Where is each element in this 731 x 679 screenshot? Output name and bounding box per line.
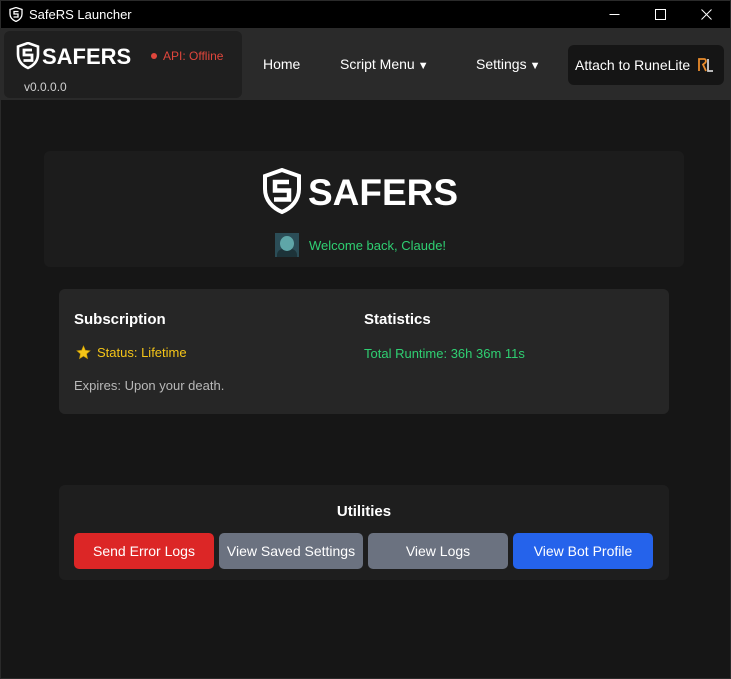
close-icon bbox=[700, 9, 712, 20]
status-dot-icon bbox=[151, 53, 157, 59]
attach-runelite-button[interactable]: Attach to RuneLite bbox=[568, 45, 724, 85]
caret-down-icon: ▼ bbox=[529, 60, 541, 72]
api-status-text: API: Offline bbox=[163, 49, 224, 63]
attach-label: Attach to RuneLite bbox=[575, 57, 691, 73]
minimize-button[interactable] bbox=[591, 1, 637, 28]
welcome-row: Welcome back, Claude! bbox=[275, 233, 446, 257]
nav-home[interactable]: Home bbox=[263, 56, 300, 72]
statistics-title: Statistics bbox=[364, 311, 431, 328]
api-status: API: Offline bbox=[151, 49, 223, 63]
subscription-title: Subscription bbox=[74, 311, 166, 328]
minimize-icon bbox=[609, 14, 619, 15]
nav-script-menu-label: Script Menu bbox=[340, 56, 415, 72]
view-bot-profile-button[interactable]: View Bot Profile bbox=[513, 533, 653, 569]
runelite-icon bbox=[698, 58, 714, 72]
version-label: v0.0.0.0 bbox=[24, 80, 67, 94]
header-logo-text: SAFERS bbox=[308, 172, 458, 213]
view-logs-button[interactable]: View Logs bbox=[368, 533, 508, 569]
window-title: SafeRS Launcher bbox=[29, 7, 132, 22]
safers-logo-large: SAFERS bbox=[263, 168, 458, 215]
title-bar: SafeRS Launcher bbox=[1, 1, 730, 28]
star-icon bbox=[76, 345, 91, 360]
brand-name: SAFERS bbox=[42, 44, 131, 69]
view-saved-settings-button[interactable]: View Saved Settings bbox=[219, 533, 363, 569]
nav-settings[interactable]: Settings ▼ bbox=[476, 56, 540, 72]
subscription-status: Status: Lifetime bbox=[76, 345, 187, 360]
maximize-button[interactable] bbox=[637, 1, 683, 28]
subscription-expires: Expires: Upon your death. bbox=[74, 378, 225, 393]
caret-down-icon: ▼ bbox=[417, 60, 429, 72]
avatar bbox=[275, 233, 299, 257]
nav-settings-label: Settings bbox=[476, 56, 527, 72]
close-button[interactable] bbox=[683, 1, 729, 28]
welcome-message: Welcome back, Claude! bbox=[309, 237, 447, 253]
account-info-card: Subscription Status: Lifetime Expires: U… bbox=[59, 289, 669, 414]
shield-s-icon bbox=[9, 7, 23, 22]
utilities-title: Utilities bbox=[336, 503, 392, 520]
subscription-status-text: Status: Lifetime bbox=[97, 345, 187, 360]
nav-bar: SAFERS API: Offline v0.0.0.0 Home Script… bbox=[1, 28, 730, 100]
launcher-window: SafeRS Launcher SAFERS API: Offline v0.0… bbox=[0, 0, 731, 679]
send-error-logs-button[interactable]: Send Error Logs bbox=[74, 533, 214, 569]
utilities-card: Utilities Send Error Logs View Saved Set… bbox=[59, 485, 669, 580]
brand-card: SAFERS API: Offline v0.0.0.0 bbox=[4, 31, 242, 98]
nav-script-menu[interactable]: Script Menu ▼ bbox=[340, 56, 429, 72]
maximize-icon bbox=[654, 9, 666, 20]
safers-logo: SAFERS bbox=[16, 42, 131, 70]
total-runtime: Total Runtime: 36h 36m 11s bbox=[364, 346, 525, 361]
header-card: SAFERS Welcome back, Claude! bbox=[44, 151, 684, 267]
